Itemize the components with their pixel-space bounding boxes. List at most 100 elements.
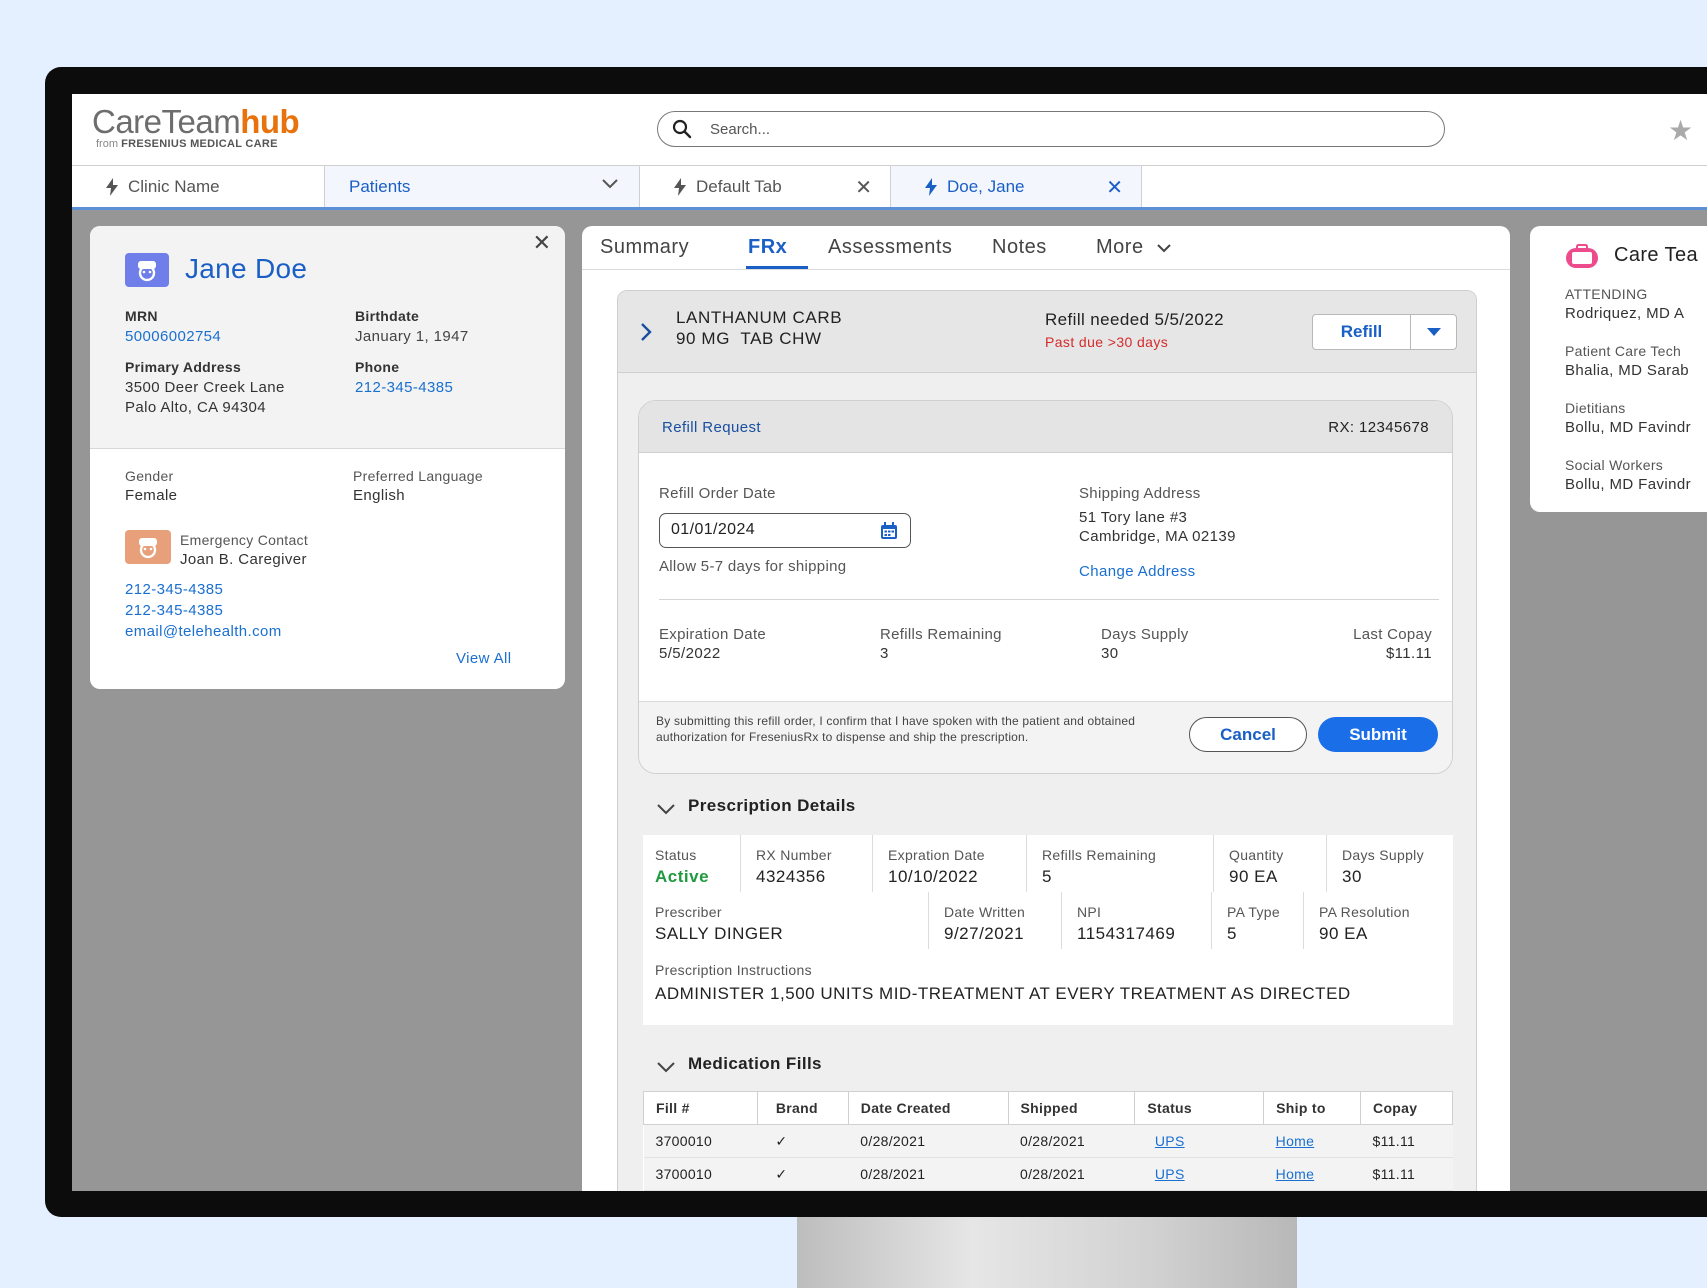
subtab-more[interactable]: More xyxy=(1096,236,1172,259)
rx-pa-resolution: PA Resolution 90 EA xyxy=(1319,904,1410,943)
col-ship-to[interactable]: Ship to xyxy=(1263,1091,1362,1125)
mrn-link[interactable]: 50006002754 xyxy=(125,328,221,345)
table-row[interactable]: 3700010 ✓ 0/28/2021 0/28/2021 UPS Home $… xyxy=(643,1157,1453,1191)
status-link[interactable]: UPS xyxy=(1134,1157,1264,1191)
refill-options-button[interactable] xyxy=(1411,315,1456,349)
copay-label: Last Copay xyxy=(1353,626,1432,643)
rx-instructions: Prescription Instructions ADMINISTER 1,50… xyxy=(655,962,1351,1003)
search-bar[interactable] xyxy=(657,111,1445,147)
monitor-stand xyxy=(797,1216,1297,1288)
record-subtabs: Summary FRx Assessments Notes More xyxy=(582,226,1510,270)
ship-to-link[interactable]: Home xyxy=(1263,1124,1361,1158)
medication-fills-title: Medication Fills xyxy=(688,1054,822,1073)
gender-value: Female xyxy=(125,487,178,504)
status-link[interactable]: UPS xyxy=(1134,1124,1264,1158)
brand-check-icon: ✓ xyxy=(757,1124,849,1158)
tab-default-label: Default Tab xyxy=(696,176,782,196)
refill-request-title: Refill Request xyxy=(662,419,761,436)
chevron-right-icon[interactable] xyxy=(640,322,652,342)
divider xyxy=(1303,892,1304,949)
bolt-icon xyxy=(925,177,937,196)
favorite-star-icon[interactable]: ★ xyxy=(1668,114,1693,147)
shipping-label: Shipping Address xyxy=(1079,485,1201,502)
chevron-down-icon xyxy=(1156,244,1171,253)
emergency-contact-icon xyxy=(125,530,171,564)
medication-header[interactable]: LANTHANUM CARB 90 MG TAB CHW Refill need… xyxy=(618,291,1476,373)
shipping-line1: 51 Tory lane #3 xyxy=(1079,509,1188,526)
care-team-title: Care Tea xyxy=(1614,244,1698,266)
shipping-line2: Cambridge, MA 02139 xyxy=(1079,528,1236,545)
subtab-notes[interactable]: Notes xyxy=(992,236,1047,259)
shipping-note: Allow 5-7 days for shipping xyxy=(659,558,847,575)
col-copay[interactable]: Copay xyxy=(1360,1091,1453,1125)
tab-patient-jane[interactable]: Doe, Jane ✕ xyxy=(891,166,1142,207)
order-date-field[interactable]: 01/01/2024 xyxy=(659,513,911,548)
chevron-down-icon[interactable] xyxy=(656,803,676,815)
phone-link[interactable]: 212-345-4385 xyxy=(355,379,453,396)
brand-check-icon: ✓ xyxy=(757,1157,849,1191)
divider xyxy=(1326,835,1327,892)
col-status[interactable]: Status xyxy=(1134,1091,1265,1125)
refill-rx-number: RX: 12345678 xyxy=(1328,419,1429,436)
copay: $11.11 xyxy=(1360,1124,1453,1158)
tab-clinic-label: Clinic Name xyxy=(128,176,220,196)
bolt-icon xyxy=(106,177,118,196)
logo-hub: hub xyxy=(240,103,300,140)
calendar-icon[interactable] xyxy=(880,522,898,540)
fill-number: 3700010 xyxy=(643,1157,758,1191)
view-all-link[interactable]: View All xyxy=(456,650,511,667)
table-row[interactable]: 3700010 ✓ 0/28/2021 0/28/2021 UPS Home $… xyxy=(643,1124,1453,1158)
social-workers-value: Bollu, MD Favindr xyxy=(1565,476,1692,493)
refill-button[interactable]: Refill xyxy=(1313,315,1411,349)
order-date-label: Refill Order Date xyxy=(659,485,776,502)
patient-card: ✕ Jane Doe MRN 50006002754 Birthdate Jan… xyxy=(90,226,565,689)
ship-to-link[interactable]: Home xyxy=(1263,1157,1361,1191)
language-label: Preferred Language xyxy=(353,468,483,484)
emergency-phone-1[interactable]: 212-345-4385 xyxy=(125,581,223,598)
search-input[interactable] xyxy=(710,118,1410,140)
emergency-email[interactable]: email@telehealth.com xyxy=(125,623,282,640)
close-icon[interactable]: ✕ xyxy=(533,230,551,256)
col-fill-number[interactable]: Fill # xyxy=(643,1091,758,1125)
divider xyxy=(928,892,929,949)
cancel-button[interactable]: Cancel xyxy=(1189,717,1307,752)
mrn-label: MRN xyxy=(125,308,158,324)
tab-clinic[interactable]: Clinic Name xyxy=(72,166,325,207)
tab-patients[interactable]: Patients xyxy=(325,166,640,207)
logo-careteam: CareTeam xyxy=(92,103,241,140)
change-address-link[interactable]: Change Address xyxy=(1079,563,1196,580)
search-icon xyxy=(672,119,692,139)
logo: CareTeamhub from FRESENIUS MEDICAL CARE xyxy=(92,103,300,151)
date-created: 0/28/2021 xyxy=(848,1124,1009,1158)
chevron-down-icon[interactable] xyxy=(656,1061,676,1073)
submit-button[interactable]: Submit xyxy=(1318,717,1438,752)
emergency-name: Joan B. Caregiver xyxy=(180,551,307,568)
col-shipped[interactable]: Shipped xyxy=(1007,1091,1136,1125)
copay: $11.11 xyxy=(1360,1157,1453,1191)
subtab-frx[interactable]: FRx xyxy=(748,236,787,259)
medication-card: LANTHANUM CARB 90 MG TAB CHW Refill need… xyxy=(617,290,1477,1191)
copay-value: $11.11 xyxy=(1385,645,1432,662)
close-icon[interactable]: ✕ xyxy=(1106,175,1123,200)
dietitians-label: Dietitians xyxy=(1565,400,1626,416)
chevron-down-icon[interactable] xyxy=(601,178,619,190)
past-due-text: Past due >30 days xyxy=(1045,334,1169,350)
rx-prescriber: Prescriber SALLY DINGER xyxy=(655,904,784,943)
app-header: CareTeamhub from FRESENIUS MEDICAL CARE … xyxy=(72,94,1707,166)
subtab-assessments[interactable]: Assessments xyxy=(828,236,952,259)
emergency-phone-2[interactable]: 212-345-4385 xyxy=(125,602,223,619)
refill-needed-text: Refill needed 5/5/2022 xyxy=(1045,310,1224,329)
refill-split-button: Refill xyxy=(1312,314,1457,350)
care-team-card: Care Tea ATTENDING Rodriquez, MD A Patie… xyxy=(1530,226,1707,512)
patient-name: Jane Doe xyxy=(185,253,308,284)
subtab-summary[interactable]: Summary xyxy=(600,236,689,259)
close-icon[interactable]: ✕ xyxy=(855,175,872,200)
days-supply-value: 30 xyxy=(1101,645,1119,662)
rx-status: Status Active xyxy=(655,847,710,886)
col-brand[interactable]: Brand xyxy=(756,1091,849,1125)
tab-default[interactable]: Default Tab ✕ xyxy=(640,166,891,207)
expiration-label: Expiration Date xyxy=(659,626,767,643)
col-date-created[interactable]: Date Created xyxy=(847,1091,1009,1125)
rx-date-written: Date Written 9/27/2021 xyxy=(944,904,1026,943)
shipped-date: 0/28/2021 xyxy=(1008,1157,1135,1191)
